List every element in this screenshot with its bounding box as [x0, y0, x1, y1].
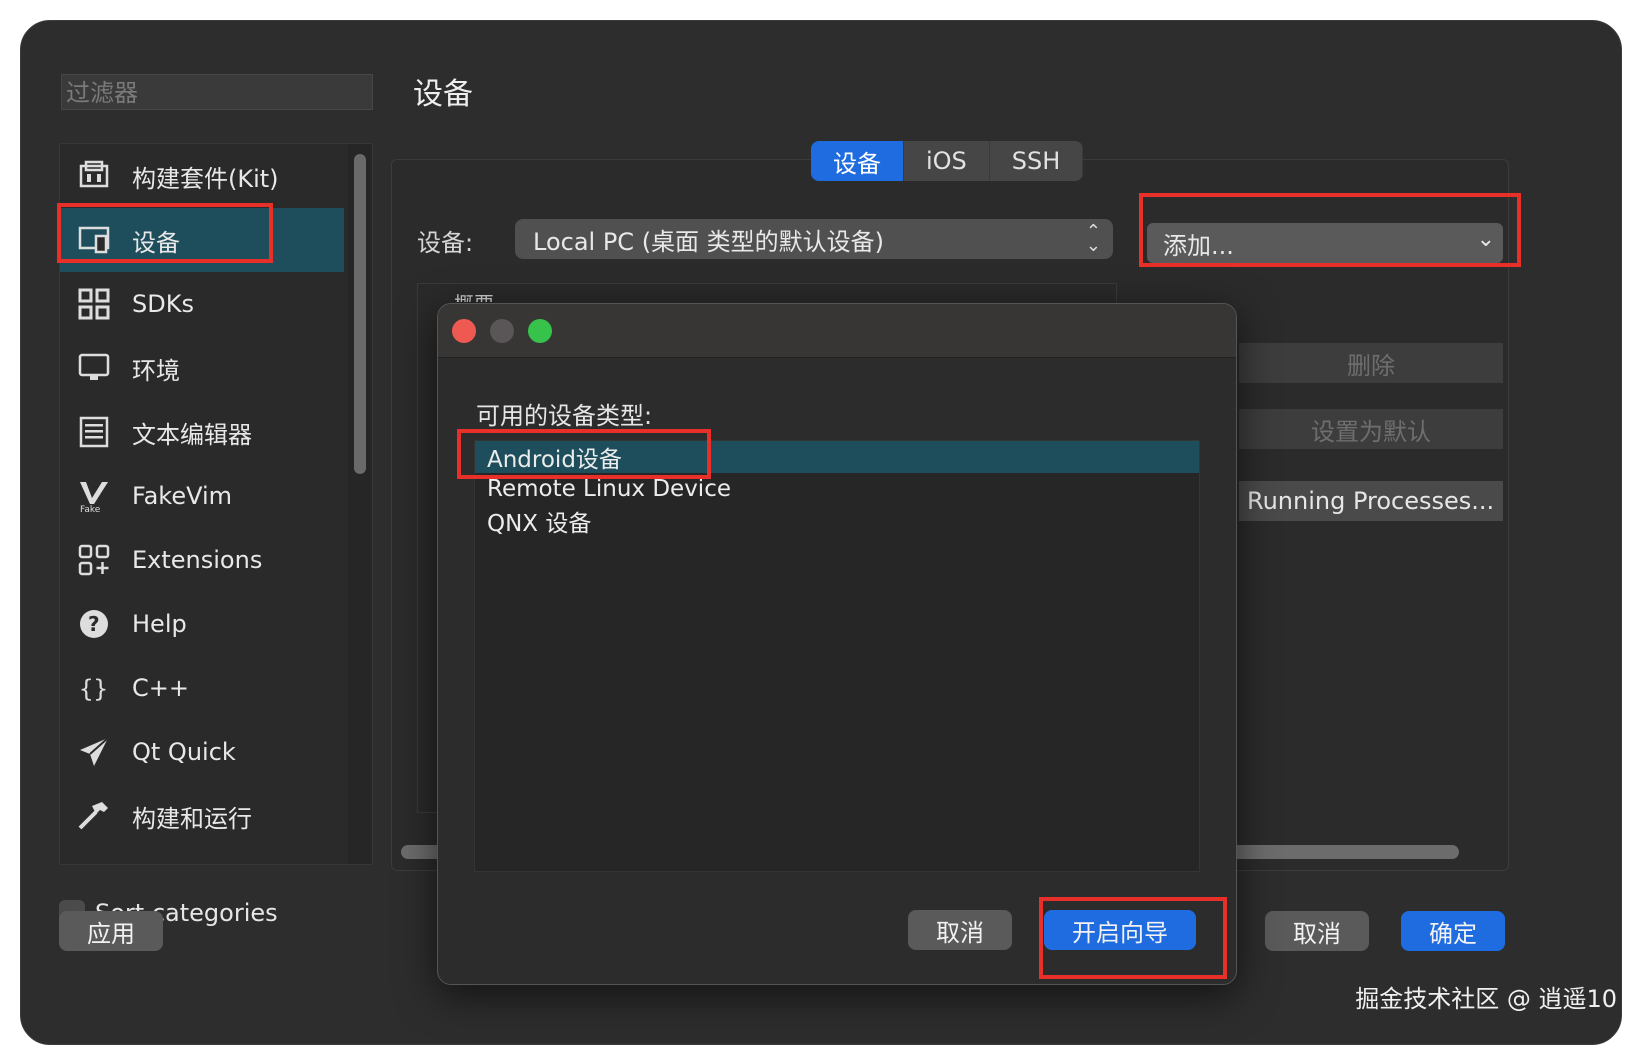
- zoom-window-button[interactable]: [528, 319, 552, 343]
- monitor-icon: [74, 348, 114, 388]
- sidebar-item-label: 构建和运行: [132, 804, 252, 833]
- cancel-button[interactable]: 取消: [1265, 911, 1369, 951]
- highlight-add: [1139, 193, 1521, 267]
- sidebar-item-label: FakeVim: [132, 482, 233, 510]
- sidebar-item-build-run[interactable]: 构建和运行: [60, 784, 344, 848]
- preferences-window: 过滤器 构建套件(Kit) 设备 SDKs 环境 文本编辑器 Fake Fake…: [20, 20, 1622, 1045]
- svg-text:?: ?: [88, 612, 100, 636]
- kit-icon: [74, 156, 114, 196]
- highlight-android: [457, 429, 711, 479]
- device-label: 设备:: [417, 229, 474, 257]
- sidebar-item-extensions[interactable]: Extensions: [60, 528, 344, 592]
- sidebar-item-label: Help: [132, 610, 187, 638]
- highlight-start-wizard: [1039, 897, 1227, 979]
- sidebar-item-label: 文本编辑器: [132, 420, 252, 449]
- dialog-titlebar: [438, 304, 1236, 358]
- sidebar-item-kits[interactable]: 构建套件(Kit): [60, 144, 344, 208]
- svg-text:Fake: Fake: [80, 505, 101, 514]
- sidebar-item-label: Extensions: [132, 546, 263, 574]
- close-window-button[interactable]: [452, 319, 476, 343]
- device-configuration-wizard-dialog: 可用的设备类型: Android设备 Remote Linux Device Q…: [437, 303, 1237, 985]
- tab-ios[interactable]: iOS: [904, 141, 990, 181]
- help-icon: ?: [74, 604, 114, 644]
- sidebar-item-label: 构建套件(Kit): [132, 164, 279, 193]
- sidebar-item-label: Qt Quick: [132, 738, 236, 766]
- set-default-button[interactable]: 设置为默认: [1239, 409, 1503, 449]
- sidebar-item-qt-quick[interactable]: Qt Quick: [60, 720, 344, 784]
- available-device-types-label: 可用的设备类型:: [476, 402, 653, 430]
- device-tabs: 设备 iOS SSH: [811, 141, 1084, 181]
- sidebar-item-cpp[interactable]: {} C++: [60, 656, 344, 720]
- updown-arrows-icon: ⌃ ⌄: [1085, 221, 1101, 256]
- tab-devices[interactable]: 设备: [811, 141, 904, 181]
- extensions-icon: [74, 540, 114, 580]
- ok-button[interactable]: 确定: [1401, 911, 1505, 951]
- device-select-value: Local PC (桌面 类型的默认设备): [533, 227, 885, 256]
- sidebar-item-sdks[interactable]: SDKs: [60, 272, 344, 336]
- fakevim-icon: Fake: [74, 476, 114, 516]
- overview-title: 概要: [454, 288, 494, 302]
- device-select[interactable]: Local PC (桌面 类型的默认设备) ⌃ ⌄: [515, 219, 1113, 259]
- sidebar-item-environment[interactable]: 环境: [60, 336, 344, 400]
- minimize-window-button[interactable]: [490, 319, 514, 343]
- svg-text:{}: {}: [79, 675, 108, 703]
- watermark: 掘金技术社区 @ 逍遥10: [1355, 985, 1617, 1013]
- hammer-icon: [74, 796, 114, 836]
- page-title: 设备: [413, 77, 473, 112]
- delete-button[interactable]: 删除: [1239, 343, 1503, 383]
- sidebar-item-text-editor[interactable]: 文本编辑器: [60, 400, 344, 464]
- braces-icon: {}: [74, 668, 114, 708]
- sidebar-scrollbar[interactable]: [354, 154, 366, 474]
- paper-plane-icon: [74, 732, 114, 772]
- sidebar-item-label: C++: [132, 674, 189, 702]
- sidebar-item-fakevim[interactable]: Fake FakeVim: [60, 464, 344, 528]
- sidebar-item-label: SDKs: [132, 290, 194, 318]
- text-editor-icon: [74, 412, 114, 452]
- apply-button[interactable]: 应用: [59, 911, 163, 951]
- highlight-devices: [57, 203, 273, 263]
- tab-ssh[interactable]: SSH: [990, 141, 1084, 181]
- filter-input[interactable]: 过滤器: [61, 74, 373, 110]
- running-processes-button[interactable]: Running Processes...: [1239, 481, 1503, 521]
- sidebar-item-help[interactable]: ? Help: [60, 592, 344, 656]
- sdks-grid-icon: [74, 284, 114, 324]
- sidebar-item-label: 环境: [132, 356, 180, 385]
- device-type-list[interactable]: Android设备 Remote Linux Device QNX 设备: [474, 440, 1200, 872]
- dialog-cancel-button[interactable]: 取消: [908, 910, 1012, 950]
- list-item[interactable]: QNX 设备: [475, 505, 1199, 537]
